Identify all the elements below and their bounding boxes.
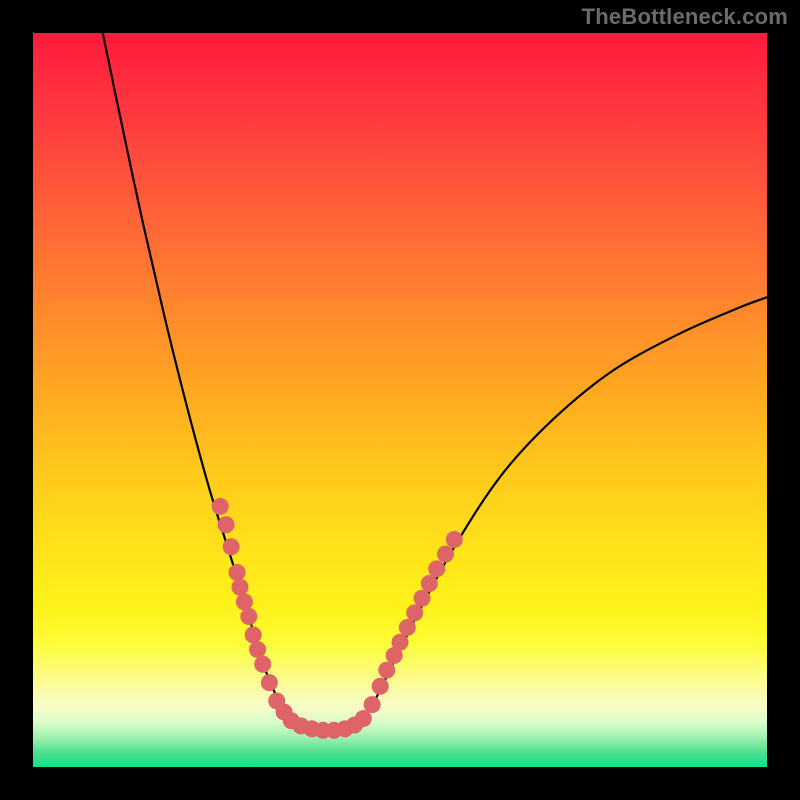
curve-dot	[406, 604, 423, 621]
bottleneck-curve	[103, 33, 767, 731]
chart-svg	[33, 33, 767, 767]
curve-dot	[254, 656, 271, 673]
curve-dot	[378, 662, 395, 679]
curve-dot	[236, 593, 253, 610]
chart-frame: TheBottleneck.com	[0, 0, 800, 800]
curve-dot	[437, 546, 454, 563]
curve-dot	[261, 674, 278, 691]
curve-dot	[245, 626, 262, 643]
curve-dot	[399, 619, 416, 636]
watermark-text: TheBottleneck.com	[582, 4, 788, 30]
curve-dot	[372, 678, 389, 695]
curve-dot	[249, 641, 266, 658]
curve-dot	[414, 590, 431, 607]
curve-dot	[223, 538, 240, 555]
curve-dot	[240, 608, 257, 625]
curve-dot	[231, 579, 248, 596]
curve-markers	[212, 498, 463, 739]
curve-dot	[364, 696, 381, 713]
curve-dot	[428, 560, 445, 577]
plot-area	[33, 33, 767, 767]
curve-dot	[421, 575, 438, 592]
curve-dot	[446, 531, 463, 548]
curve-dot	[212, 498, 229, 515]
curve-dot	[392, 634, 409, 651]
curve-dot	[218, 516, 235, 533]
curve-dot	[229, 564, 246, 581]
